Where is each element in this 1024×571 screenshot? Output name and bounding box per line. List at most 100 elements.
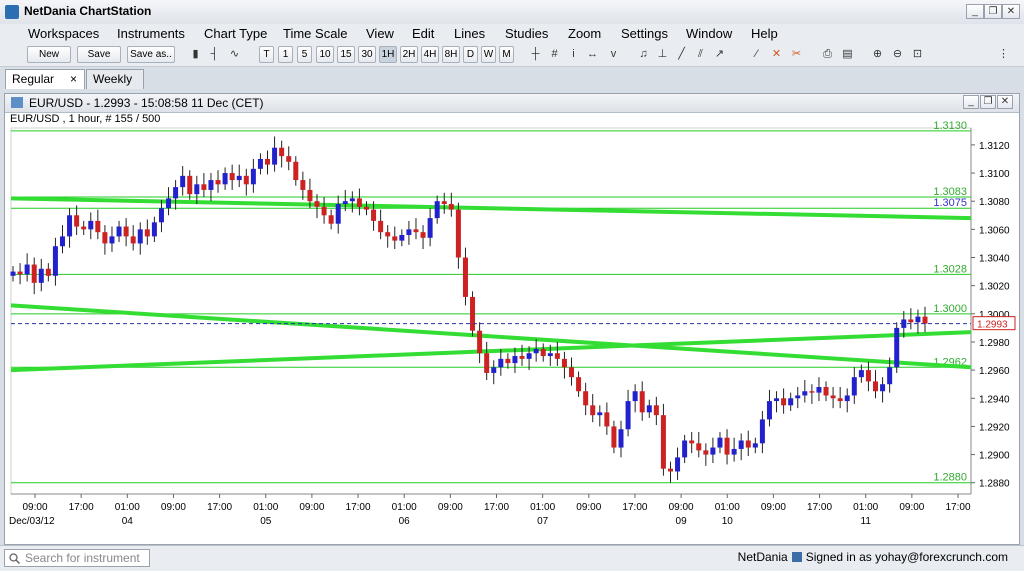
remove-drawing-icon[interactable]: ✂ [789,47,804,62]
x-tick-label: 01:00 [853,502,878,513]
bar-chart-icon[interactable]: ┤ [207,47,222,62]
candle-body [922,316,928,324]
candle-body [180,175,186,188]
menu-time-scale[interactable]: Time Scale [283,26,348,41]
timescale-week-button[interactable]: W [481,46,496,63]
menu-settings[interactable]: Settings [621,26,668,41]
search-input[interactable]: Search for instrument [4,549,150,567]
zoom-in-icon[interactable]: ⊕ [870,47,885,62]
menu-lines[interactable]: Lines [454,26,485,41]
candle-body [625,401,631,430]
candle-body [569,367,575,378]
signed-in-label: Signed in as yohay@forexcrunch.com [805,550,1008,564]
timescale-month-button[interactable]: M [499,46,514,63]
candle-body [356,198,362,207]
app-logo-icon [5,5,19,19]
menu-studies[interactable]: Studies [505,26,548,41]
candle-body [491,367,497,373]
timescale-tick-button[interactable]: T [259,46,274,63]
toolbar-options-icon[interactable]: ⋮ [996,47,1011,62]
x-tick-label: 09:00 [576,502,601,513]
menu-instruments[interactable]: Instruments [117,26,185,41]
zoom-fit-icon[interactable]: ⊡ [910,47,925,62]
x-tick-label: 17:00 [69,502,94,513]
candle-body [342,201,348,205]
chart-window: 1.3120 1.3100 1.3080 1.3060 1.3040 1.3020 1.30… [4,93,1020,545]
candle-body [858,370,864,378]
timescale-10m-button[interactable]: 10 [316,46,334,63]
candle-body [123,226,129,237]
timescale-2h-button[interactable]: 2H [400,46,418,63]
timescale-day-button[interactable]: D [463,46,478,63]
delete-lines-icon[interactable]: ✕ [769,47,784,62]
level-label: 1.3075 [933,197,967,209]
timescale-30m-button[interactable]: 30 [358,46,376,63]
restore-icon[interactable]: ❐ [984,4,1002,19]
menu-chart-type[interactable]: Chart Type [204,26,267,41]
candle-body [74,215,80,227]
x-date-label: 07 [537,516,549,527]
fibonacci-icon[interactable]: ⊥ [655,47,670,62]
candle-body [109,236,115,244]
channel-icon[interactable]: ⫽ [693,47,708,62]
export-icon[interactable]: ▤ [840,47,855,62]
timescale-1m-button[interactable]: 1 [278,46,293,63]
candle-body [81,226,87,230]
minimize-icon[interactable]: _ [966,4,984,19]
x-tick-label: 17:00 [945,502,970,513]
info-icon[interactable]: i [566,47,581,62]
tab-regular[interactable]: Regular × [5,69,85,89]
zoom-out-icon[interactable]: ⊖ [890,47,905,62]
timescale-4h-button[interactable]: 4H [421,46,439,63]
candle-body [703,450,709,455]
candle-body [484,353,490,373]
trendline-icon[interactable]: ╱ [674,47,689,62]
close-icon[interactable]: ✕ [1002,4,1020,19]
menu-edit[interactable]: Edit [412,26,434,41]
grid-icon[interactable]: # [547,47,562,62]
timescale-15m-button[interactable]: 15 [337,46,355,63]
bell-icon[interactable]: ♫ [636,47,651,62]
candle-body [95,220,101,233]
menu-help[interactable]: Help [751,26,778,41]
candle-body [505,358,511,364]
draw-line-icon[interactable]: ⁄ [749,47,764,62]
print-icon[interactable]: ⎙ [820,47,835,62]
candle-body [894,327,900,368]
crosshair-icon[interactable]: ┼ [528,47,543,62]
scroll-icon[interactable]: ↔ [585,47,600,62]
candle-body [166,198,172,209]
chart-minimize-icon[interactable]: _ [963,95,979,109]
candlestick-chart-icon[interactable]: ▮ [188,47,203,62]
candle-body [399,234,405,241]
menu-window[interactable]: Window [686,26,732,41]
menu-workspaces[interactable]: Workspaces [28,26,99,41]
save-as-button[interactable]: Save as.. [127,46,175,63]
candle-body [448,204,454,210]
candle-body [477,330,483,354]
candle-body [766,401,772,420]
price-chart[interactable]: 1.3120 1.3100 1.3080 1.3060 1.3040 1.3020 1.30… [5,94,1019,544]
x-tick-label: 09:00 [899,502,924,513]
save-button[interactable]: Save [77,46,121,63]
candle-body [307,189,313,202]
tab-close-icon[interactable]: × [70,70,77,89]
candle-body [583,391,589,406]
candle-body [823,387,829,396]
chart-restore-icon[interactable]: ❐ [980,95,996,109]
timescale-5m-button[interactable]: 5 [297,46,312,63]
candle-body [434,201,440,219]
line-chart-icon[interactable]: ∿ [227,47,242,62]
candle-body [392,236,398,241]
timescale-8h-button[interactable]: 8H [442,46,460,63]
menu-zoom[interactable]: Zoom [568,26,601,41]
arrow-tool-icon[interactable]: ↗ [712,47,727,62]
new-button[interactable]: New [27,46,71,63]
menu-view[interactable]: View [366,26,394,41]
timescale-1h-button[interactable]: 1H [379,46,397,63]
x-tick-label: 17:00 [346,502,371,513]
candle-body [144,229,150,237]
chart-close-icon[interactable]: ✕ [997,95,1013,109]
volume-icon[interactable]: v [606,47,621,62]
tab-weekly[interactable]: Weekly [86,69,144,89]
